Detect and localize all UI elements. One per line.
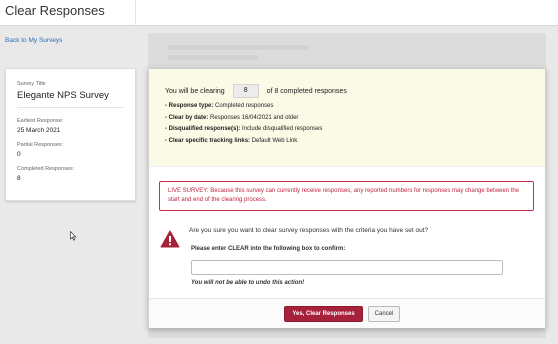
- criteria-key: - Clear specific tracking links:: [165, 137, 251, 144]
- criteria-value: Default Web Link: [251, 137, 298, 144]
- survey-info-card: Survey Title Elegante NPS Survey Earlies…: [5, 68, 136, 201]
- criteria-list: - Response type: Completed responses - C…: [165, 103, 322, 149]
- back-to-surveys-link[interactable]: Back to My Surveys: [5, 37, 62, 44]
- criteria-value: Responses 16/04/2021 and older: [210, 114, 299, 121]
- clearing-headline: You will be clearing 8 of 8 completed re…: [165, 84, 347, 98]
- completed-responses-value: 8: [17, 175, 21, 182]
- clear-responses-modal: You will be clearing 8 of 8 completed re…: [148, 68, 546, 328]
- survey-title-label: Survey Title: [17, 81, 46, 87]
- confirm-clear-input[interactable]: [191, 260, 503, 275]
- mouse-pointer-icon: [70, 231, 77, 241]
- criteria-item-tracking-links: - Clear specific tracking links: Default…: [165, 138, 322, 144]
- undo-warning: You will not be able to undo this action…: [191, 280, 305, 286]
- earliest-response-value: 25 March 2021: [17, 127, 61, 134]
- completed-responses-label: Completed Responses:: [17, 166, 75, 172]
- survey-title: Elegante NPS Survey: [17, 90, 124, 108]
- header-divider: [135, 0, 136, 26]
- criteria-item-response-type: - Response type: Completed responses: [165, 103, 322, 109]
- criteria-item-clear-by-date: - Clear by date: Responses 16/04/2021 an…: [165, 115, 322, 121]
- cancel-button[interactable]: Cancel: [368, 306, 400, 322]
- criteria-value: Include disqualified responses: [242, 126, 323, 133]
- earliest-response-label: Earliest Response:: [17, 118, 64, 124]
- confirm-question: Are you sure you want to clear survey re…: [189, 227, 429, 234]
- criteria-key: - Response type:: [165, 103, 214, 109]
- criteria-key: - Disqualified response(s):: [165, 126, 241, 133]
- clearing-count: 8: [232, 84, 259, 98]
- yes-clear-responses-button[interactable]: Yes, Clear Responses: [284, 306, 363, 322]
- clearing-summary: You will be clearing 8 of 8 completed re…: [149, 69, 545, 167]
- criteria-item-disqualified: - Disqualified response(s): Include disq…: [165, 126, 322, 132]
- clearing-prefix: You will be clearing: [165, 87, 225, 95]
- live-survey-warning: LIVE SURVEY: Because this survey can cur…: [159, 181, 534, 211]
- background-placeholder: [168, 45, 308, 50]
- page-title: Clear Responses: [5, 3, 105, 18]
- partial-responses-value: 0: [17, 151, 21, 158]
- background-placeholder: [168, 55, 258, 60]
- top-bar: Clear Responses: [0, 0, 558, 26]
- partial-responses-label: Partial Responses:: [17, 142, 64, 148]
- criteria-value: Completed responses: [215, 103, 274, 109]
- warning-triangle-icon: [160, 230, 180, 248]
- modal-footer: Yes, Clear Responses Cancel: [149, 298, 545, 328]
- criteria-key: - Clear by date:: [165, 114, 209, 121]
- confirm-input-label: Please enter CLEAR into the following bo…: [191, 246, 346, 252]
- clearing-suffix: of 8 completed responses: [266, 87, 347, 95]
